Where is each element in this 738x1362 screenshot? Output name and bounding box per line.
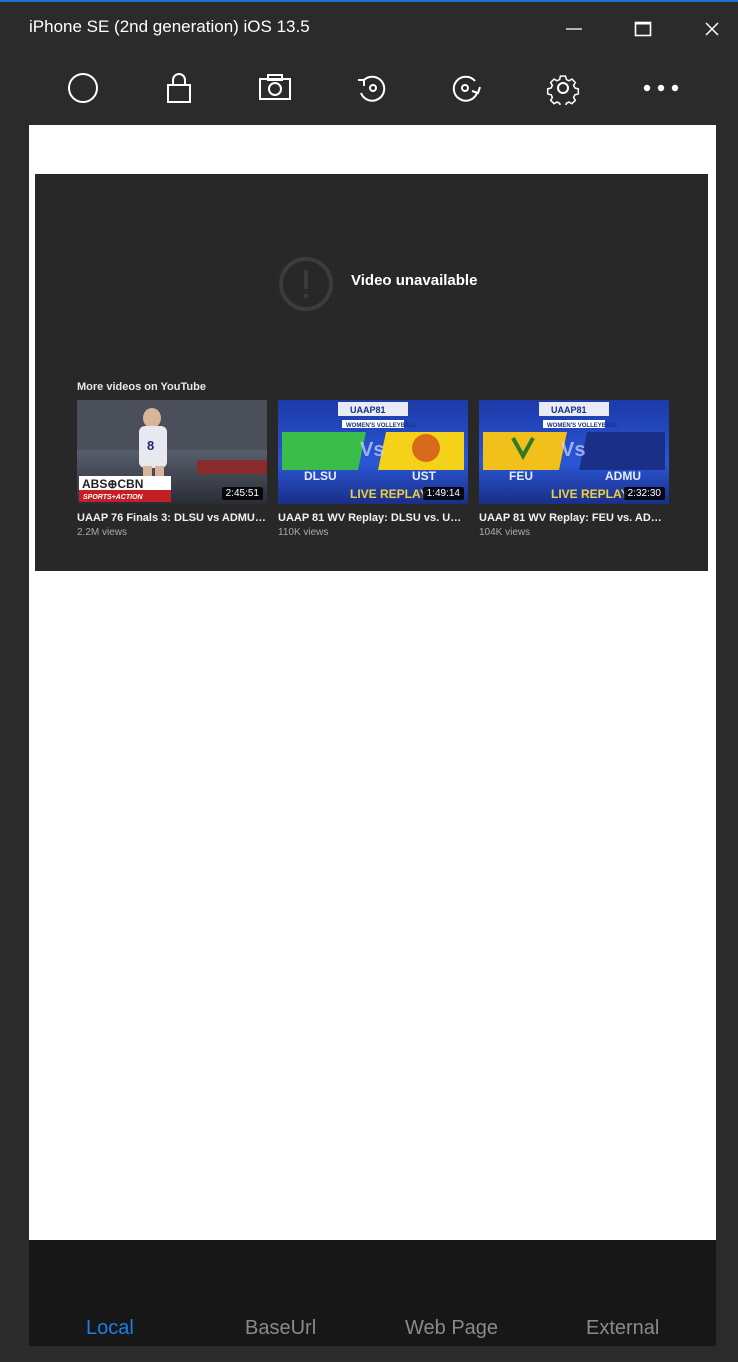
svg-text:UAAP81: UAAP81 (350, 405, 386, 415)
minimize-button[interactable] (554, 12, 594, 46)
related-video-card[interactable]: 8 ABS⊕CBN SPORTS+ACTION 2:45:51 UAAP 76 … (77, 400, 267, 538)
more-videos-label: More videos on YouTube (77, 381, 206, 393)
team-b-label: ADMU (605, 469, 641, 483)
video-duration: 2:32:30 (623, 487, 665, 500)
rotate-left-button[interactable] (349, 66, 393, 110)
video-title[interactable]: UAAP 81 WV Replay: DLSU vs. UST |... (278, 512, 468, 524)
video-thumbnail[interactable]: 8 ABS⊕CBN SPORTS+ACTION 2:45:51 (77, 400, 267, 504)
svg-text:Vs: Vs (561, 439, 585, 461)
svg-text:WOMEN'S VOLLEYBALL: WOMEN'S VOLLEYBALL (547, 423, 618, 429)
tab-external[interactable]: External (586, 1317, 659, 1340)
team-a-label: DLSU (304, 469, 337, 483)
svg-text:Vs: Vs (360, 439, 384, 461)
screenshot-button[interactable] (253, 66, 297, 110)
related-video-card[interactable]: UAAP81 WOMEN'S VOLLEYBALL Vs DLSU UST LI… (278, 400, 468, 538)
video-duration: 2:45:51 (221, 487, 263, 500)
replay-banner: LIVE REPLAY (551, 487, 629, 501)
bottom-tab-bar: Local BaseUrl Web Page External (29, 1240, 716, 1346)
svg-text:SPORTS+ACTION: SPORTS+ACTION (83, 494, 144, 501)
tab-baseurl[interactable]: BaseUrl (245, 1317, 316, 1340)
svg-text:UAAP81: UAAP81 (551, 405, 587, 415)
team-b-label: UST (412, 469, 437, 483)
more-button[interactable] (639, 66, 683, 110)
video-thumbnail[interactable]: UAAP81 WOMEN'S VOLLEYBALL Vs DLSU UST LI… (278, 400, 468, 504)
svg-text:8: 8 (147, 438, 154, 453)
video-title[interactable]: UAAP 76 Finals 3: DLSU vs ADMU V... (77, 512, 267, 524)
related-video-card[interactable]: UAAP81 WOMEN'S VOLLEYBALL Vs FEU ADMU LI… (479, 400, 669, 538)
abs-cbn-logo: ABS⊕CBN (82, 477, 143, 491)
simulator-toolbar (0, 58, 738, 114)
replay-banner: LIVE REPLAY (350, 487, 428, 501)
home-button[interactable] (61, 66, 105, 110)
camera-icon (259, 74, 291, 100)
window-title: iPhone SE (2nd generation) iOS 13.5 (29, 17, 310, 36)
tab-local[interactable]: Local (86, 1317, 134, 1340)
video-title[interactable]: UAAP 81 WV Replay: FEU vs. ADMU... (479, 512, 669, 524)
more-dots-icon (643, 84, 679, 92)
video-unavailable-message: Video unavailable (351, 272, 478, 289)
tab-web-page[interactable]: Web Page (405, 1317, 498, 1340)
video-views: 104K views (479, 527, 531, 538)
maximize-icon (634, 21, 652, 37)
video-duration: 1:49:14 (422, 487, 464, 500)
close-icon (705, 22, 719, 36)
close-button[interactable] (692, 12, 732, 46)
settings-gear-icon (546, 75, 580, 105)
youtube-player[interactable]: Video unavailable More videos on YouTube… (35, 174, 708, 571)
video-views: 110K views (278, 527, 329, 538)
rotate-right-button[interactable] (445, 66, 489, 110)
rotate-left-icon (358, 75, 386, 102)
lock-button[interactable] (157, 66, 201, 110)
home-circle-icon (68, 73, 98, 103)
maximize-button[interactable] (623, 12, 663, 46)
title-bar: iPhone SE (2nd generation) iOS 13.5 (0, 2, 738, 52)
video-views: 2.2M views (77, 527, 128, 538)
settings-button[interactable] (541, 66, 585, 110)
minimize-icon (566, 28, 582, 30)
rotate-right-icon (452, 75, 481, 102)
team-a-label: FEU (509, 469, 533, 483)
video-thumbnail[interactable]: UAAP81 WOMEN'S VOLLEYBALL Vs FEU ADMU LI… (479, 400, 669, 504)
lock-icon (167, 73, 191, 103)
device-screen: Video unavailable More videos on YouTube… (29, 125, 716, 1240)
svg-text:WOMEN'S VOLLEYBALL: WOMEN'S VOLLEYBALL (346, 423, 417, 429)
exclamation-circle-icon (279, 257, 333, 311)
